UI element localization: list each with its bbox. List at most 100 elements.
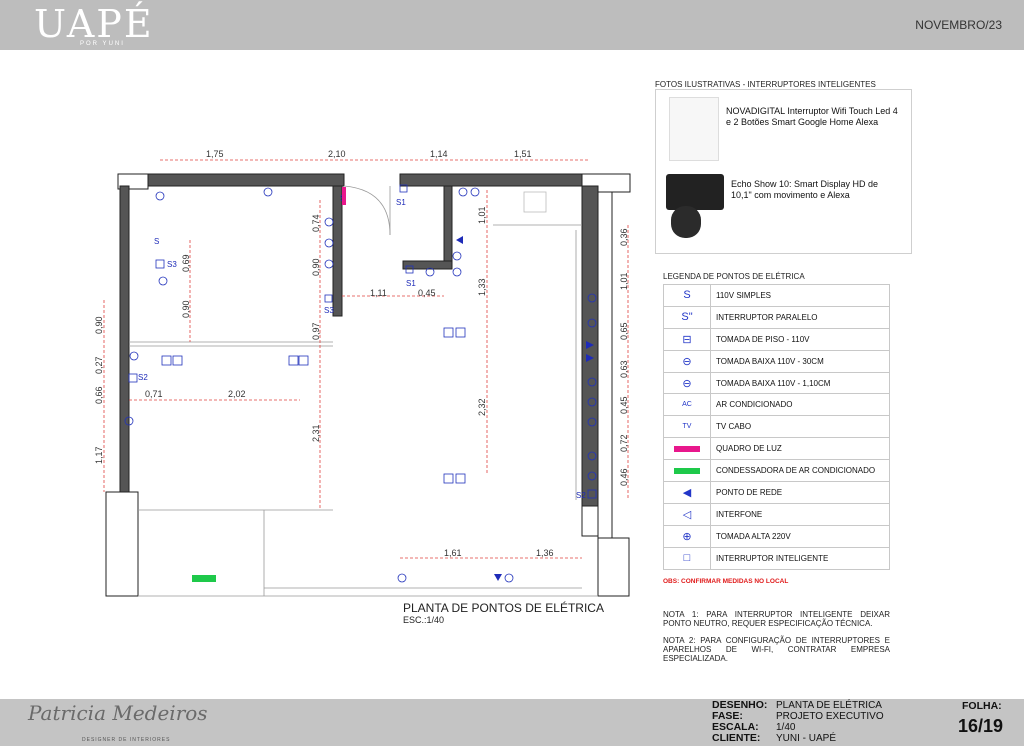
dim-top-1: 1,75 [206, 149, 224, 159]
legend-row: TV TV CABO [663, 415, 890, 439]
appliance [523, 191, 547, 213]
obs-note: OBS: CONFIRMAR MEDIDAS NO LOCAL [663, 578, 789, 585]
designer-subtitle: DESIGNER DE INTERIORES [82, 737, 171, 743]
legend-symbol: TV [663, 415, 711, 439]
smart-display-image [666, 174, 724, 210]
sheet-number: 16/19 [958, 716, 1004, 736]
legend-title: LEGENDA DE PONTOS DE ELÉTRICA [663, 272, 805, 281]
dim-right-3: 0,65 [619, 322, 629, 340]
condensadora-swatch [674, 467, 700, 474]
legend-row: ⊖ TOMADA BAIXA 110V - 30CM [663, 349, 890, 373]
smart-switch-image [669, 97, 719, 161]
legend-label: TOMADA BAIXA 110V - 30CM [710, 349, 890, 373]
legend-symbol: AC [663, 393, 711, 417]
dim-room-13: 2,32 [477, 398, 487, 416]
switch-label: S2 [138, 373, 148, 382]
switch-label: S2 [576, 491, 586, 500]
legend-symbol [663, 437, 711, 461]
legend-symbol [663, 459, 711, 483]
dim-left-4: 1,17 [94, 446, 104, 464]
electrical-panel [342, 187, 346, 205]
legend-table: S 110V SIMPLES S" INTERRUPTOR PARALELO ⊟ TO… [663, 284, 890, 570]
dim-top-4: 1,51 [514, 149, 532, 159]
legend-label: TOMADA BAIXA 110V - 1,10CM [710, 371, 890, 395]
dimension-labels: 1,75 2,10 1,14 1,51 0,90 0,27 0,66 1,17 … [94, 149, 629, 558]
value-desenho: PLANTA DE ELÉTRICA [776, 700, 882, 711]
legend-symbol: ◁ [663, 502, 711, 526]
quadro-de-luz-swatch [674, 445, 700, 452]
dim-right-4: 0,63 [619, 360, 629, 378]
switch-label: S1 [406, 279, 416, 288]
value-cliente: YUNI - UAPÉ [776, 733, 837, 744]
switch-label: S3 [324, 306, 334, 315]
dim-room-7: 2,02 [228, 389, 246, 399]
photo-caption-2a: Echo Show 10: Smart Display HD de [731, 179, 879, 189]
title-block-values: PLANTA DE ELÉTRICA PROJETO EXECUTIVO 1/4… [776, 700, 884, 744]
photo-caption-1b: e 2 Botões Smart Google Home Alexa [726, 117, 879, 127]
legend-symbol: S [663, 284, 711, 307]
plan-title: PLANTA DE PONTOS DE ELÉTRICA [403, 601, 604, 615]
legend-label: INTERRUPTOR INTELIGENTE [710, 546, 890, 570]
legend-row: ⊕ TOMADA ALTA 220V [663, 524, 890, 548]
legend-symbol: □ [663, 546, 711, 570]
legend-label: QUADRO DE LUZ [710, 437, 890, 461]
legend-row: ◀ PONTO DE REDE [663, 481, 890, 504]
switch-label: S1 [396, 198, 406, 207]
legend-symbol: ⊟ [663, 327, 711, 351]
dim-room-1: 0,74 [311, 214, 321, 232]
legend-row: ◁ INTERFONE [663, 502, 890, 526]
legend-row: CONDESSADORA DE AR CONDICIONADO [663, 459, 890, 483]
legend-row: ⊟ TOMADA DE PISO - 110V [663, 327, 890, 351]
value-escala: 1/40 [776, 722, 796, 733]
dim-room-5: 0,90 [181, 300, 191, 318]
dim-top-2: 2,10 [328, 149, 346, 159]
legend-row: S" INTERRUPTOR PARALELO [663, 305, 890, 329]
dimension-lines [103, 159, 629, 559]
legend-label: CONDESSADORA DE AR CONDICIONADO [710, 459, 890, 483]
dim-room-12: 1,33 [477, 278, 487, 296]
dim-room-10: 0,45 [418, 288, 436, 298]
plan-lines [129, 185, 598, 597]
dim-top-3: 1,14 [430, 149, 448, 159]
dim-room-9: 1,11 [370, 288, 387, 298]
dim-right-7: 0,46 [619, 468, 629, 486]
dim-right-5: 0,45 [619, 396, 629, 414]
legend-row: S 110V SIMPLES [663, 284, 890, 307]
legend-symbol: ⊕ [663, 524, 711, 548]
legend-row: □ INTERRUPTOR INTELIGENTE [663, 546, 890, 570]
ac-condenser [192, 575, 216, 582]
outlet-symbols [124, 184, 597, 583]
legend-row: QUADRO DE LUZ [663, 437, 890, 461]
legend-label: AR CONDICIONADO [710, 393, 890, 417]
dim-room-3: 0,97 [311, 322, 321, 340]
photo-caption-1a: NOVADIGITAL Interruptor Wifi Touch Led 4 [726, 106, 898, 116]
switch-label: S [154, 237, 159, 246]
title-block-labels: DESENHO: FASE: ESCALA: CLIENTE: [712, 700, 767, 744]
dim-room-11: 1,01 [477, 206, 487, 224]
dim-left-3: 0,66 [94, 386, 104, 404]
dim-right-2: 1,01 [619, 272, 629, 290]
dim-room-8: 2,31 [311, 424, 321, 442]
legend-symbol: ◀ [663, 481, 711, 504]
dim-right-1: 0,36 [619, 228, 629, 246]
legend-label: TOMADA DE PISO - 110V [710, 327, 890, 351]
sheet-label: FOLHA: [962, 700, 1002, 712]
label-cliente: CLIENTE: [712, 732, 761, 744]
dim-right-6: 0,72 [619, 434, 629, 452]
legend-label: TOMADA ALTA 220V [710, 524, 890, 548]
walls [105, 173, 631, 597]
dim-room-15: 1,36 [536, 548, 554, 558]
legend-row: ⊖ TOMADA BAIXA 110V - 1,10CM [663, 371, 890, 395]
switch-labels: S S1 S1 S S3 S3 S2 S2 [138, 194, 586, 500]
designer-signature: Patricia Medeiros [28, 701, 208, 725]
dim-room-4: 0,69 [181, 254, 191, 272]
photo-caption-2b: 10,1" com movimento e Alexa [731, 190, 850, 200]
dim-left-1: 0,90 [94, 316, 104, 334]
legend-label: INTERFONE [710, 502, 890, 526]
dim-room-14: 1,61 [444, 548, 462, 558]
note-2: NOTA 2: PARA CONFIGURAÇÃO DE INTERRUPTOR… [663, 636, 890, 663]
legend-label: TV CABO [710, 415, 890, 439]
value-fase: PROJETO EXECUTIVO [776, 711, 884, 722]
dim-room-2: 0,90 [311, 258, 321, 276]
note-1: NOTA 1: PARA INTERRUPTOR INTELIGENTE DEI… [663, 610, 890, 628]
